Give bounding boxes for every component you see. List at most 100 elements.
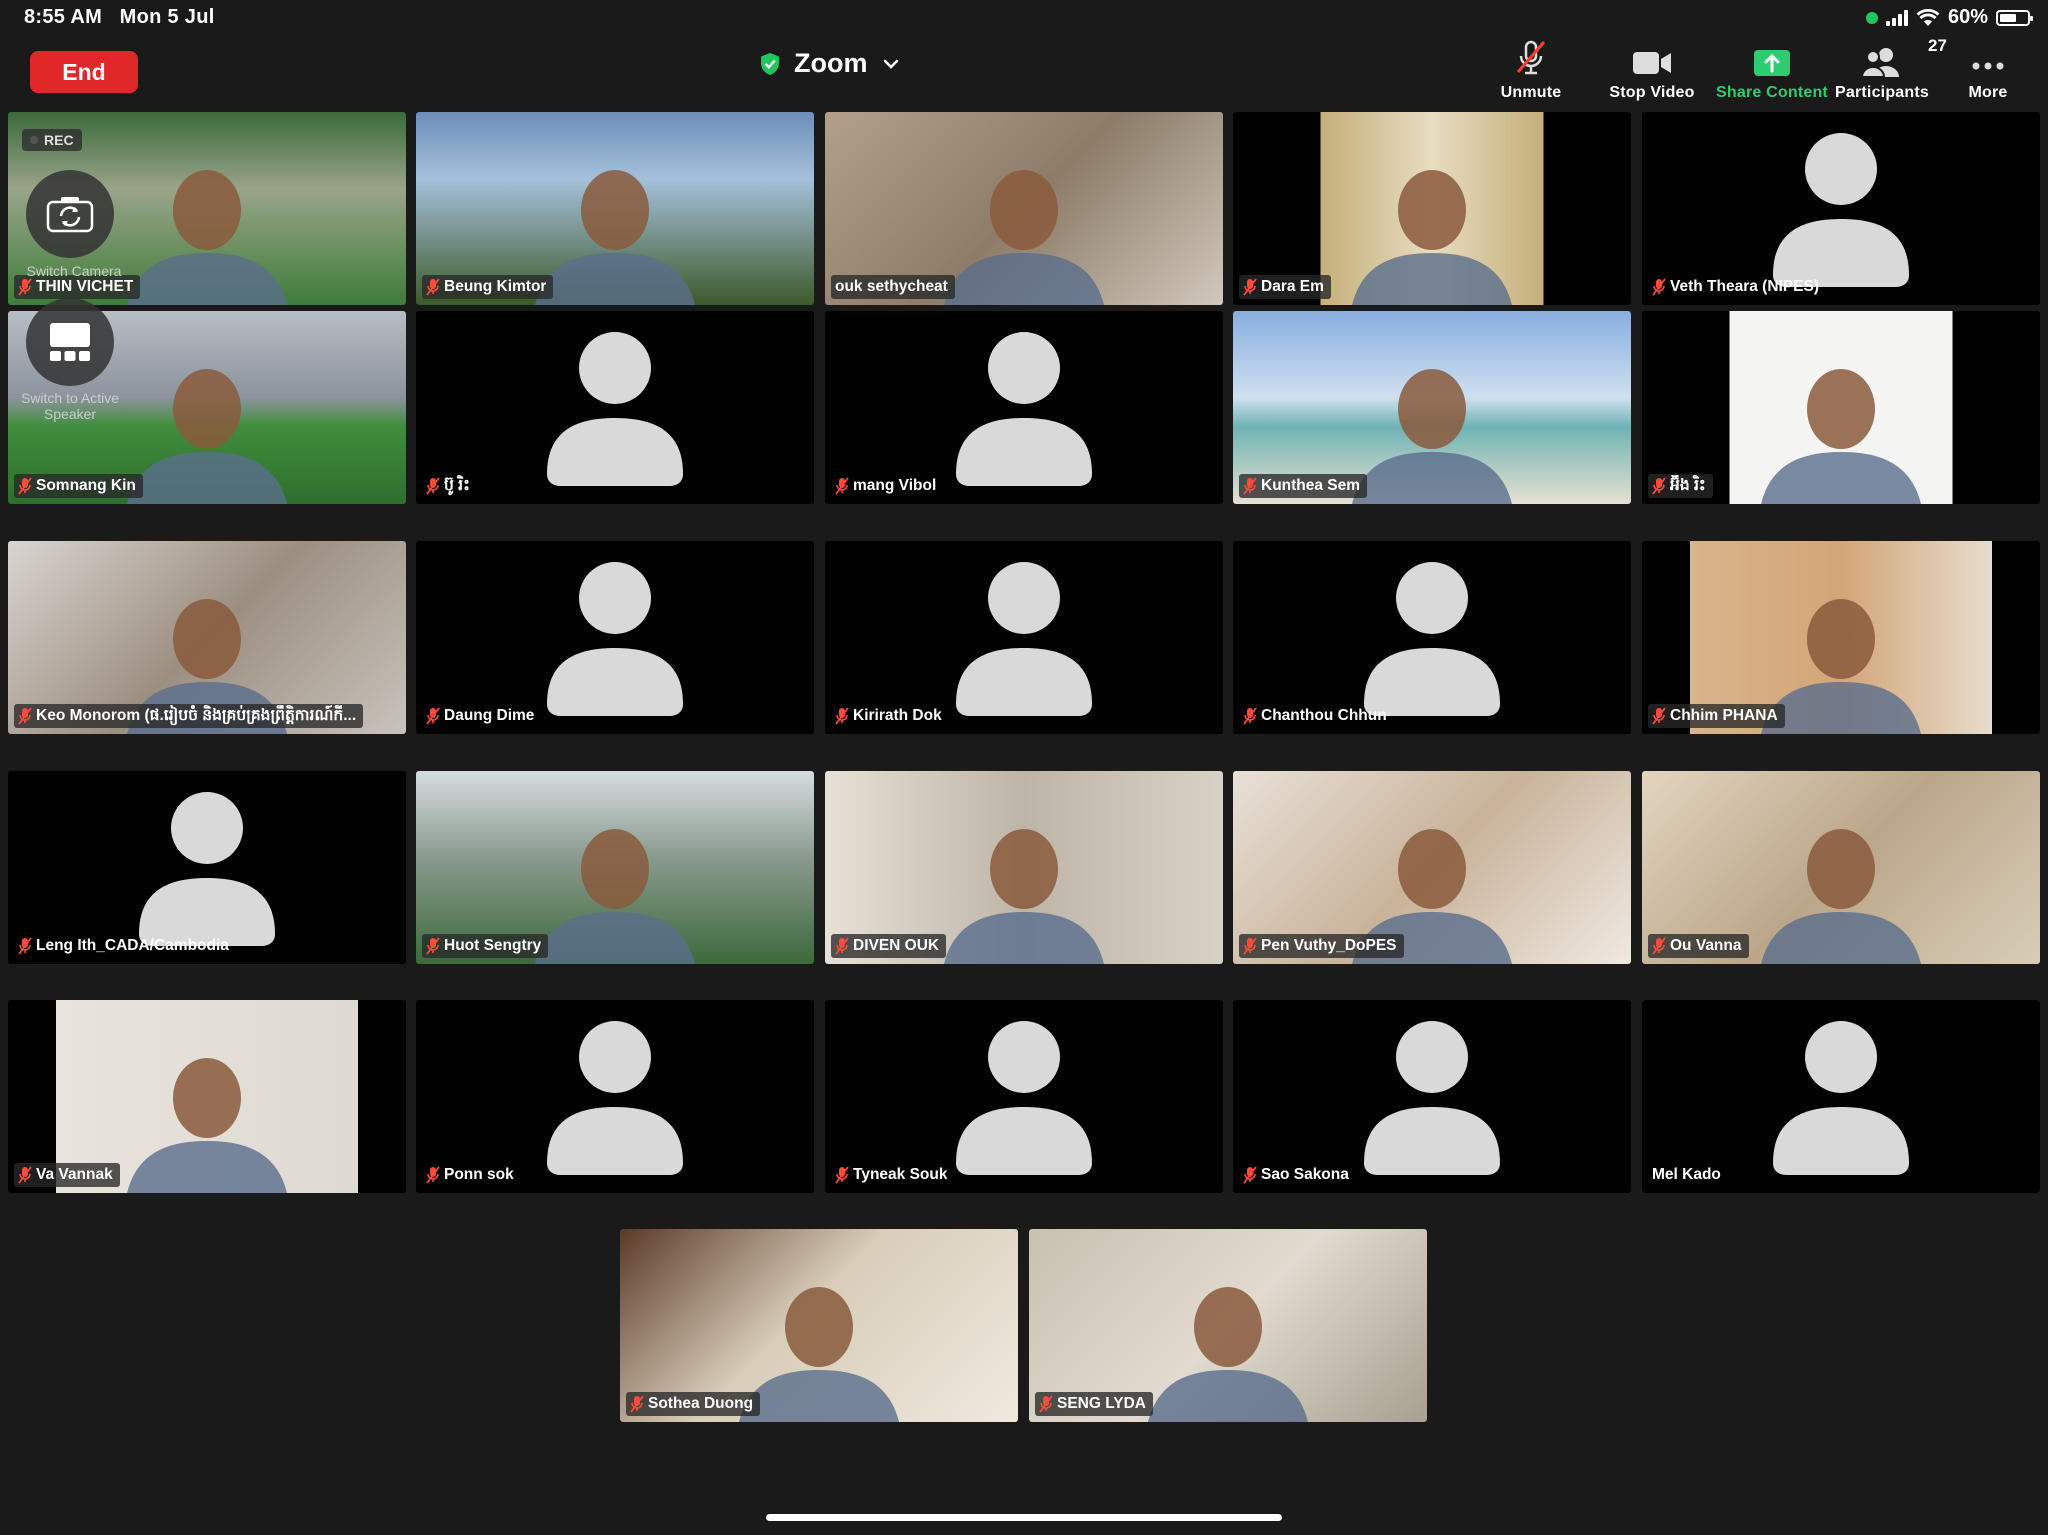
participant-tile[interactable]: mang Vibol — [825, 311, 1223, 504]
share-content-button[interactable]: Share Content — [1713, 38, 1831, 102]
switch-active-speaker-button[interactable] — [26, 298, 114, 386]
avatar-placeholder-icon — [547, 331, 683, 486]
participant-nameplate: ouk sethycheat — [831, 275, 955, 299]
more-button[interactable]: More — [1960, 38, 2016, 102]
switch-camera-caption: Switch Camera — [26, 263, 122, 279]
cellular-signal-icon — [1885, 9, 1908, 26]
muted-mic-icon — [426, 707, 440, 725]
battery-icon — [1996, 9, 2033, 26]
participant-tile[interactable]: Pen Vuthy_DoPES — [1233, 771, 1631, 964]
end-meeting-button[interactable]: End — [30, 51, 138, 93]
muted-mic-icon — [1243, 1166, 1257, 1184]
avatar-placeholder-icon — [956, 331, 1092, 486]
share-screen-icon — [1754, 50, 1790, 76]
participant-tile[interactable]: Va Vannak — [8, 1000, 406, 1193]
participant-tile[interactable]: DIVEN OUK — [825, 771, 1223, 964]
participant-name: Ponn sok — [444, 1166, 514, 1183]
participant-name: Tyneak Souk — [853, 1166, 948, 1183]
participant-nameplate: Ponn sok — [422, 1163, 521, 1187]
participant-tile[interactable]: Kunthea Sem — [1233, 311, 1631, 504]
participant-name: Chanthou Chhun — [1261, 707, 1387, 724]
participant-tile[interactable]: Leng Ith_CADA/Cambodia — [8, 771, 406, 964]
participant-name: អ៊ឹង រិះ — [1670, 476, 1706, 494]
participant-tile[interactable]: Dara Em — [1233, 112, 1631, 305]
participant-nameplate: Va Vannak — [14, 1163, 120, 1187]
participant-name: Daung Dime — [444, 707, 535, 724]
participant-name: Va Vannak — [36, 1166, 113, 1183]
microphone-muted-icon — [1516, 40, 1546, 75]
participant-nameplate: Chhim PHANA — [1648, 704, 1785, 728]
avatar-placeholder-icon — [956, 1020, 1092, 1175]
participant-nameplate: អ៊ឹង រិះ — [1648, 474, 1713, 498]
muted-mic-icon — [1243, 707, 1257, 725]
unmute-button[interactable]: Unmute — [1493, 38, 1569, 102]
participant-tile[interactable]: អ៊ឹង រិះ — [1642, 311, 2040, 504]
participant-tile[interactable]: Daung Dime — [416, 541, 814, 734]
participant-tile[interactable]: Kirirath Dok — [825, 541, 1223, 734]
participant-tile[interactable]: Tyneak Souk — [825, 1000, 1223, 1193]
participant-name: Pen Vuthy_DoPES — [1261, 937, 1397, 954]
participant-name: Dara Em — [1261, 278, 1324, 295]
muted-mic-icon — [1652, 278, 1666, 296]
participant-tile[interactable]: Chhim PHANA — [1642, 541, 2040, 734]
muted-mic-icon — [18, 707, 32, 725]
participant-nameplate: Daung Dime — [422, 704, 541, 728]
participant-video-figure — [535, 829, 695, 964]
participant-name: Leng Ith_CADA/Cambodia — [36, 937, 229, 954]
participant-video-figure — [1352, 369, 1512, 504]
participant-tile[interactable]: ouk sethycheat — [825, 112, 1223, 305]
participant-name: Chhim PHANA — [1670, 707, 1778, 724]
stop-video-button[interactable]: Stop Video — [1604, 38, 1700, 102]
participant-nameplate: Dara Em — [1239, 275, 1331, 299]
switch-camera-button[interactable] — [26, 170, 114, 258]
participant-tile[interactable]: Sao Sakona — [1233, 1000, 1631, 1193]
participant-tile[interactable]: Veth Theara (NIPES) — [1642, 112, 2040, 305]
muted-mic-icon — [1039, 1395, 1053, 1413]
avatar-placeholder-icon — [547, 561, 683, 716]
muted-mic-icon — [630, 1395, 644, 1413]
participant-nameplate: Ou Vanna — [1648, 934, 1749, 958]
participant-tile[interactable]: Sothea Duong — [620, 1229, 1018, 1422]
muted-mic-icon — [18, 937, 32, 955]
participant-name: Somnang Kin — [36, 477, 136, 494]
participant-tile[interactable]: ប៊ូ រិះ — [416, 311, 814, 504]
battery-percent: 60% — [1947, 6, 1988, 28]
muted-mic-icon — [1243, 937, 1257, 955]
participant-nameplate: Chanthou Chhun — [1239, 704, 1394, 728]
avatar-placeholder-icon — [956, 561, 1092, 716]
participant-tile[interactable]: Ou Vanna — [1642, 771, 2040, 964]
participant-nameplate: Somnang Kin — [14, 474, 143, 498]
muted-mic-icon — [1652, 707, 1666, 725]
encryption-shield-icon — [761, 52, 779, 75]
participant-tile[interactable]: Beung Kimtor — [416, 112, 814, 305]
participant-nameplate: Huot Sengtry — [422, 934, 549, 958]
participant-tile[interactable]: Huot Sengtry — [416, 771, 814, 964]
participants-count: 27 — [1928, 36, 1947, 55]
participant-name: Sothea Duong — [648, 1395, 754, 1412]
participant-video-figure — [127, 369, 287, 504]
muted-mic-icon — [426, 937, 440, 955]
muted-mic-icon — [18, 477, 32, 495]
muted-mic-icon — [1243, 477, 1257, 495]
participant-tile[interactable]: Chanthou Chhun — [1233, 541, 1631, 734]
status-indicators: 60% — [1865, 6, 2033, 29]
participant-name: DIVEN OUK — [853, 937, 940, 954]
participant-video-figure — [944, 170, 1104, 305]
muted-mic-icon — [1652, 937, 1666, 955]
status-time: 8:55 AM — [24, 6, 103, 28]
participant-tile[interactable]: SENG LYDA — [1029, 1229, 1427, 1422]
wifi-icon — [1916, 8, 1940, 26]
avatar-placeholder-icon — [547, 1020, 683, 1175]
participant-video-figure — [1761, 369, 1921, 504]
participant-tile[interactable]: Mel Kado — [1642, 1000, 2040, 1193]
participant-tile[interactable]: Keo Monorom (ផ.រៀបចំ និងគ្រប់គ្រងព្រឹត្ត… — [8, 541, 406, 734]
participant-name: THIN VICHET — [36, 278, 134, 295]
participant-name: Huot Sengtry — [444, 937, 542, 954]
rec-label: REC — [44, 132, 74, 148]
top-bar: 8:55 AM Mon 5 Jul 60% End Zoom Unmute St… — [0, 0, 2048, 112]
participants-button[interactable]: 27 Participants — [1832, 36, 1947, 102]
participant-tile[interactable]: Ponn sok — [416, 1000, 814, 1193]
home-indicator[interactable] — [766, 1514, 1282, 1521]
meeting-title-dropdown[interactable]: Zoom — [760, 48, 900, 79]
participant-video-figure — [1148, 1287, 1308, 1422]
